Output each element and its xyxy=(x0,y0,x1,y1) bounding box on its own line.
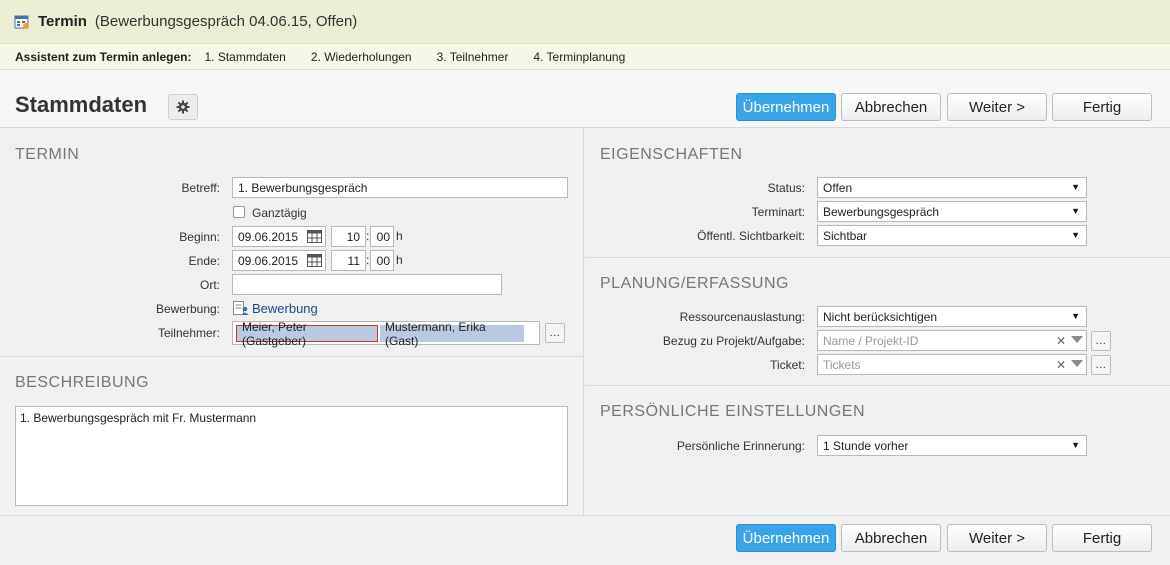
ticket-combobox[interactable]: Tickets ✕ xyxy=(817,354,1087,375)
section-divider xyxy=(585,257,1170,258)
beschreibung-textarea[interactable]: 1. Bewerbungsgespräch mit Fr. Mustermann xyxy=(15,406,568,506)
ticket-placeholder: Tickets xyxy=(823,357,861,372)
calendar-form-icon xyxy=(14,15,29,29)
participant-chip-host[interactable]: Meier, Peter (Gastgeber) xyxy=(236,320,378,348)
section-title-termin: TERMIN xyxy=(15,146,80,163)
chevron-down-icon[interactable] xyxy=(1071,360,1083,367)
section-title-planung: PLANUNG/ERFASSUNG xyxy=(600,275,789,292)
ort-label: Ort: xyxy=(200,278,220,292)
calendar-icon[interactable] xyxy=(307,230,322,243)
ticket-label: Ticket: xyxy=(770,358,805,372)
teilnehmer-picker-button[interactable]: ... xyxy=(545,323,565,343)
status-select[interactable]: Offen ▼ xyxy=(817,177,1087,198)
ressource-label: Ressourcenauslastung: xyxy=(679,310,805,324)
chevron-down-icon: ▼ xyxy=(1071,206,1080,216)
wizard-step-terminplanung[interactable]: 4. Terminplanung xyxy=(533,50,625,64)
ende-label: Ende: xyxy=(188,254,220,268)
ende-date-value: 09.06.2015 xyxy=(238,253,299,268)
page-title: Stammdaten xyxy=(15,92,148,117)
status-value: Offen xyxy=(823,180,853,195)
gear-icon xyxy=(176,100,190,114)
erinnerung-value: 1 Stunde vorher xyxy=(823,438,909,453)
wizard-bar: Assistent zum Termin anlegen: 1. Stammda… xyxy=(0,44,1170,70)
projekt-combobox[interactable]: Name / Projekt-ID ✕ xyxy=(817,330,1087,351)
footer-bar: Übernehmen Abbrechen Weiter > Fertig xyxy=(0,515,1170,565)
clear-icon[interactable]: ✕ xyxy=(1056,334,1066,348)
window-title: Termin xyxy=(38,13,87,30)
sichtbarkeit-value: Sichtbar xyxy=(823,228,868,243)
cancel-button-bottom[interactable]: Abbrechen xyxy=(841,524,941,552)
wizard-step-teilnehmer[interactable]: 3. Teilnehmer xyxy=(437,50,509,64)
window-subtitle: (Bewerbungsgespräch 04.06.15, Offen) xyxy=(94,13,358,30)
apply-button-top[interactable]: Übernehmen xyxy=(736,93,836,121)
betreff-input[interactable]: 1. Bewerbungsgespräch xyxy=(232,177,568,198)
bewerbung-label: Bewerbung: xyxy=(155,302,220,316)
finish-button-bottom[interactable]: Fertig xyxy=(1052,524,1152,552)
sichtbarkeit-select[interactable]: Sichtbar ▼ xyxy=(817,225,1087,246)
clear-icon[interactable]: ✕ xyxy=(1056,358,1066,372)
teilnehmer-label: Teilnehmer: xyxy=(157,326,220,340)
beginn-date-input[interactable]: 09.06.2015 xyxy=(232,226,326,247)
page-header: Stammdaten Übernehmen Abbrechen Weiter >… xyxy=(0,70,1170,128)
ende-hour-input[interactable]: 11 xyxy=(331,250,366,271)
chevron-down-icon: ▼ xyxy=(1071,182,1080,192)
sichtbarkeit-label: Öffentl. Sichtbarkeit: xyxy=(697,229,805,243)
terminart-label: Terminart: xyxy=(751,205,805,219)
section-title-beschreibung: BESCHREIBUNG xyxy=(15,374,150,391)
window-titlebar: Termin (Bewerbungsgespräch 04.06.15, Off… xyxy=(0,0,1170,44)
chevron-down-icon: ▼ xyxy=(1071,311,1080,321)
projekt-placeholder: Name / Projekt-ID xyxy=(823,333,919,348)
section-title-eigenschaften: EIGENSCHAFTEN xyxy=(600,146,743,163)
wizard-label: Assistent zum Termin anlegen: xyxy=(15,49,192,64)
beginn-hour-input[interactable]: 10 xyxy=(331,226,366,247)
finish-button-top[interactable]: Fertig xyxy=(1052,93,1152,121)
terminart-select[interactable]: Bewerbungsgespräch ▼ xyxy=(817,201,1087,222)
ort-input[interactable] xyxy=(232,274,502,295)
ressource-select[interactable]: Nicht berücksichtigen ▼ xyxy=(817,306,1087,327)
cancel-button-top[interactable]: Abbrechen xyxy=(841,93,941,121)
beginn-label: Beginn: xyxy=(179,230,220,244)
participant-chip-guest[interactable]: Mustermann, Erika (Gast) xyxy=(380,320,524,348)
bewerbung-link[interactable]: Bewerbung xyxy=(252,301,318,316)
status-label: Status: xyxy=(767,181,805,195)
projekt-label: Bezug zu Projekt/Aufgabe: xyxy=(662,334,805,348)
next-button-bottom[interactable]: Weiter > xyxy=(947,524,1047,552)
wizard-step-stammdaten[interactable]: 1. Stammdaten xyxy=(204,50,285,64)
terminart-value: Bewerbungsgespräch xyxy=(823,204,940,219)
ende-time-separator: : xyxy=(366,253,370,267)
projekt-picker-button[interactable]: ... xyxy=(1091,331,1111,351)
settings-button[interactable] xyxy=(168,94,198,120)
right-panel: EIGENSCHAFTEN Status: Offen ▼ Terminart:… xyxy=(585,128,1170,515)
beschreibung-text: 1. Bewerbungsgespräch mit Fr. Mustermann xyxy=(20,411,257,425)
chevron-down-icon: ▼ xyxy=(1071,440,1080,450)
section-title-persoenlich: PERSÖNLICHE EINSTELLUNGEN xyxy=(600,403,866,420)
ende-date-input[interactable]: 09.06.2015 xyxy=(232,250,326,271)
erinnerung-select[interactable]: 1 Stunde vorher ▼ xyxy=(817,435,1087,456)
ganztaegig-label: Ganztägig xyxy=(252,206,307,220)
erinnerung-label: Persönliche Erinnerung: xyxy=(676,439,805,453)
left-panel: TERMIN Betreff: 1. Bewerbungsgespräch Ga… xyxy=(0,128,584,515)
section-divider xyxy=(0,356,584,357)
beginn-time-separator: : xyxy=(366,229,370,243)
chevron-down-icon: ▼ xyxy=(1071,230,1080,240)
ticket-picker-button[interactable]: ... xyxy=(1091,355,1111,375)
ressource-value: Nicht berücksichtigen xyxy=(823,309,938,324)
beginn-minute-input[interactable]: 00 xyxy=(370,226,394,247)
beginn-date-value: 09.06.2015 xyxy=(238,229,299,244)
ende-minute-input[interactable]: 00 xyxy=(370,250,394,271)
calendar-icon[interactable] xyxy=(307,254,322,267)
applicant-icon xyxy=(233,301,249,315)
next-button-top[interactable]: Weiter > xyxy=(947,93,1047,121)
wizard-step-wiederholungen[interactable]: 2. Wiederholungen xyxy=(311,50,412,64)
ende-hour-suffix: h xyxy=(396,253,403,267)
section-divider xyxy=(585,385,1170,386)
chevron-down-icon[interactable] xyxy=(1071,336,1083,343)
betreff-label: Betreff: xyxy=(181,181,220,195)
teilnehmer-field[interactable]: Meier, Peter (Gastgeber) Mustermann, Eri… xyxy=(232,320,540,348)
beginn-hour-suffix: h xyxy=(396,229,403,243)
apply-button-bottom[interactable]: Übernehmen xyxy=(736,524,836,552)
ganztaegig-checkbox[interactable] xyxy=(233,206,245,218)
